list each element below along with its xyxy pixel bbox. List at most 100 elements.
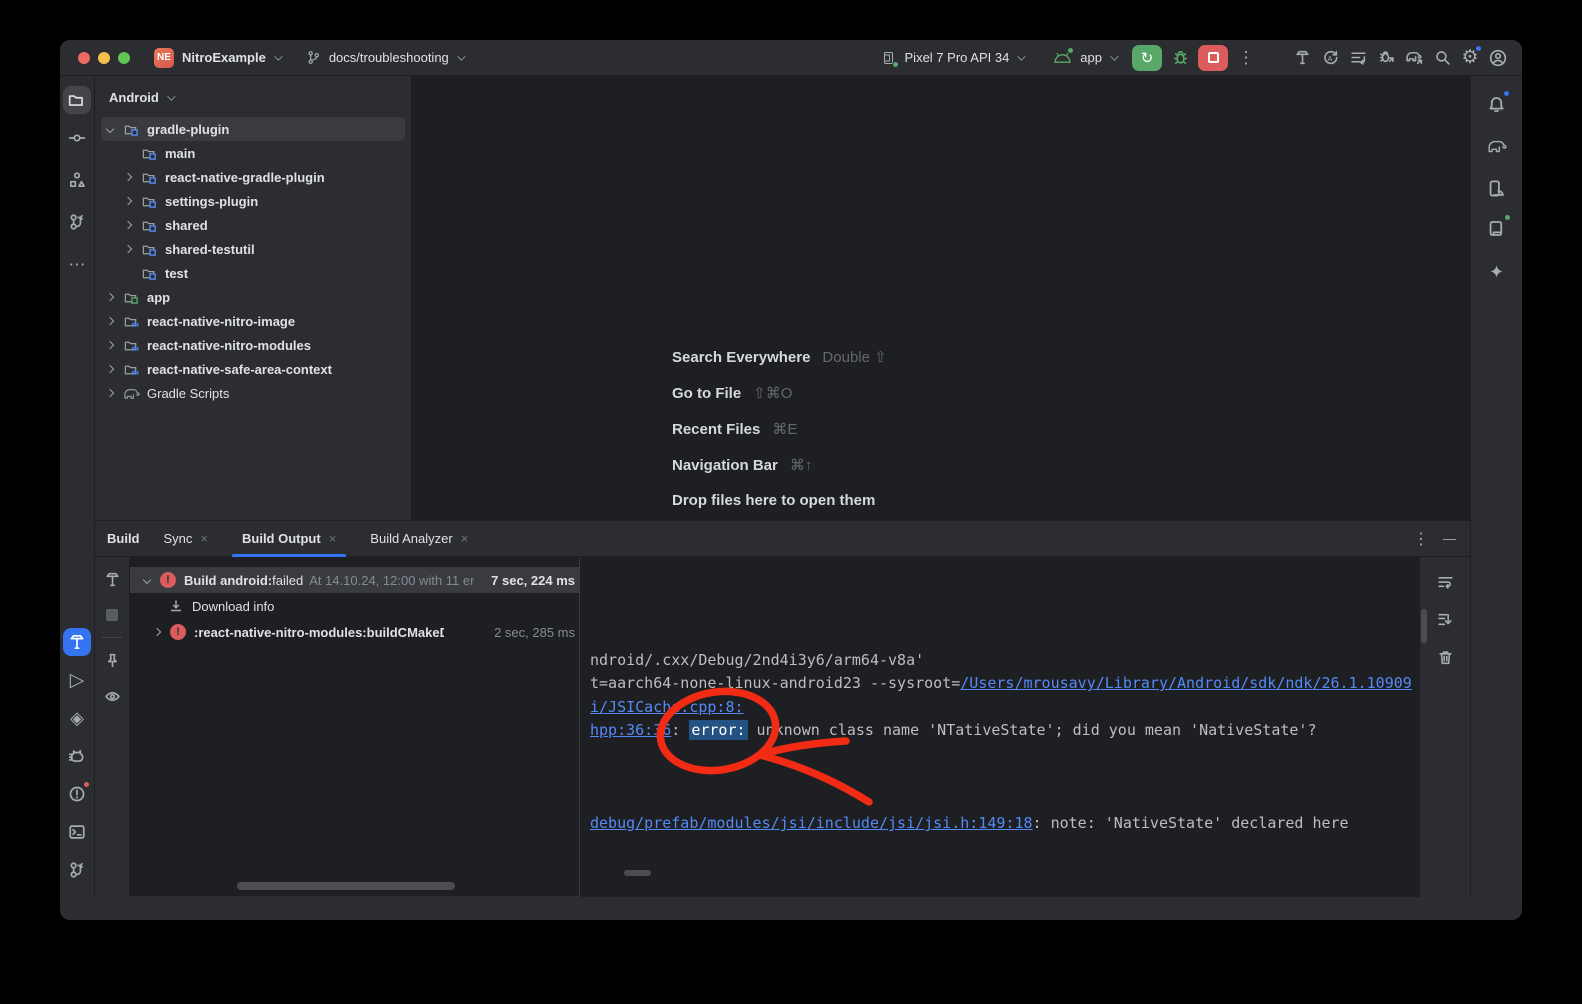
console-file-link[interactable]: i/JSICache.cpp:8:	[590, 698, 744, 716]
tree-item-label: react-native-safe-area-context	[147, 362, 332, 377]
branch-widget[interactable]: docs/troubleshooting	[306, 50, 463, 65]
chevron-right-icon[interactable]	[124, 221, 132, 229]
gradle-sync-button[interactable]	[1400, 44, 1428, 72]
titlebar: NE NitroExample docs/troubleshooting Pix…	[60, 40, 1522, 76]
tree-item-main[interactable]: main	[95, 141, 411, 165]
chevron-right-icon[interactable]	[106, 317, 114, 325]
rerun-button[interactable]: ↻	[1132, 45, 1162, 71]
download-info-row[interactable]: Download info	[130, 593, 579, 619]
console-horizontal-scrollbar[interactable]	[624, 870, 651, 876]
app-quality-insights-button[interactable]: ◈	[63, 704, 91, 732]
chevron-down-icon[interactable]	[143, 576, 151, 584]
settings-button[interactable]: ⚙	[1456, 44, 1484, 72]
tree-item-gradle-scripts[interactable]: Gradle Scripts	[95, 381, 411, 405]
hammer-icon	[68, 633, 86, 651]
avatar-icon	[1489, 49, 1507, 67]
chevron-right-icon[interactable]	[106, 365, 114, 373]
apply-code-changes-button[interactable]	[1372, 44, 1400, 72]
run-config-selector[interactable]: app	[1053, 50, 1116, 65]
search-everywhere-button[interactable]	[1428, 44, 1456, 72]
tree-item-shared[interactable]: shared	[95, 213, 411, 237]
close-icon[interactable]: ×	[329, 531, 337, 546]
chevron-down-icon	[167, 92, 175, 100]
scroll-to-end-button[interactable]	[1431, 605, 1459, 633]
vertical-scrollbar[interactable]	[1421, 609, 1427, 643]
logcat-tool-button[interactable]	[63, 742, 91, 770]
device-selector[interactable]: Pixel 7 Pro API 34	[881, 50, 1024, 66]
structure-tool-button[interactable]	[63, 166, 91, 194]
tree-item-react-native-gradle-plugin[interactable]: react-native-gradle-plugin	[95, 165, 411, 189]
chevron-right-icon[interactable]	[124, 173, 132, 181]
build-panel-header: Build Sync × Build Output × Build Analyz…	[95, 521, 1470, 557]
chevron-right-icon[interactable]	[106, 293, 114, 301]
tree-item-settings-plugin[interactable]: settings-plugin	[95, 189, 411, 213]
running-devices-button[interactable]	[1483, 214, 1511, 242]
device-manager-button[interactable]	[1483, 174, 1511, 202]
run-tool-button[interactable]: ▷	[63, 666, 91, 694]
build-result-row[interactable]: Build android: failed At 14.10.24, 12:00…	[130, 567, 579, 593]
build-project-button[interactable]	[1288, 44, 1316, 72]
module-folder-icon	[141, 218, 158, 233]
project-tool-button[interactable]	[63, 86, 91, 114]
zoom-window-button[interactable]	[118, 52, 130, 64]
library-folder-icon	[123, 338, 140, 353]
build-variants-button[interactable]	[1344, 44, 1372, 72]
console-file-link[interactable]: /Users/mrousavy/Library/Android/sdk/ndk/…	[960, 674, 1412, 692]
close-icon[interactable]: ×	[200, 531, 208, 546]
commit-tool-button[interactable]	[63, 124, 91, 152]
tab-sync[interactable]: Sync ×	[154, 521, 219, 557]
clear-console-button[interactable]	[1431, 643, 1459, 671]
notifications-button[interactable]	[1483, 90, 1511, 118]
more-tools-button[interactable]: ⋯	[63, 250, 91, 278]
build-toolbar	[95, 557, 130, 897]
more-run-actions-button[interactable]: ⋮	[1232, 44, 1260, 72]
tree-item-react-native-nitro-image[interactable]: react-native-nitro-image	[95, 309, 411, 333]
chevron-right-icon[interactable]	[106, 389, 114, 397]
project-view-selector[interactable]: Android	[95, 76, 411, 105]
chevron-right-icon[interactable]	[106, 341, 114, 349]
vcs-tool-button[interactable]	[63, 208, 91, 236]
soft-wrap-button[interactable]	[1431, 567, 1459, 595]
tree-item-gradle-plugin[interactable]: gradle-plugin	[101, 117, 405, 141]
tab-build-analyzer[interactable]: Build Analyzer ×	[360, 521, 478, 557]
version-control-tool-button[interactable]	[63, 856, 91, 884]
restart-build-button[interactable]	[98, 565, 126, 593]
chevron-right-icon[interactable]	[124, 197, 132, 205]
tree-item-app[interactable]: app	[95, 285, 411, 309]
hide-panel-button[interactable]: —	[1443, 531, 1456, 546]
failed-task-row[interactable]: :react-native-nitro-modules:buildCMakeDe…	[130, 619, 579, 645]
horizontal-scrollbar[interactable]	[237, 882, 455, 890]
debug-button[interactable]	[1166, 44, 1194, 72]
problems-tool-button[interactable]	[63, 780, 91, 808]
terminal-tool-button[interactable]	[63, 818, 91, 846]
tree-item-react-native-nitro-modules[interactable]: react-native-nitro-modules	[95, 333, 411, 357]
scroll-to-end-icon	[1437, 611, 1454, 628]
pin-tab-button[interactable]	[98, 646, 126, 674]
tree-item-shared-testutil[interactable]: shared-testutil	[95, 237, 411, 261]
stop-build-button[interactable]	[98, 601, 126, 629]
project-name[interactable]: NitroExample	[182, 50, 266, 65]
eye-icon	[104, 688, 121, 705]
tree-item-test[interactable]: test	[95, 261, 411, 285]
gemini-button[interactable]: ✦	[1483, 258, 1511, 286]
chevron-right-icon[interactable]	[124, 245, 132, 253]
console-file-link[interactable]: debug/prefab/modules/jsi/include/jsi/jsi…	[590, 814, 1033, 832]
panel-options-button[interactable]: ⋮	[1413, 529, 1429, 549]
minimize-window-button[interactable]	[98, 52, 110, 64]
build-result-meta: At 14.10.24, 12:00 with 11 er	[309, 573, 474, 588]
stop-button[interactable]	[1198, 45, 1228, 71]
tab-build-output[interactable]: Build Output ×	[232, 521, 346, 557]
build-tool-button[interactable]	[63, 628, 91, 656]
chevron-right-icon[interactable]	[153, 628, 161, 636]
chevron-down-icon[interactable]	[106, 125, 114, 133]
gradle-tool-button[interactable]	[1483, 132, 1511, 160]
console-file-link[interactable]: hpp:36:36	[590, 721, 671, 739]
close-icon[interactable]: ×	[461, 531, 469, 546]
apply-changes-button[interactable]	[1316, 44, 1344, 72]
search-icon	[1434, 49, 1451, 66]
close-window-button[interactable]	[78, 52, 90, 64]
account-button[interactable]	[1484, 44, 1512, 72]
tree-item-react-native-safe-area-context[interactable]: react-native-safe-area-context	[95, 357, 411, 381]
console-line: t=aarch64-none-linux-android23 --sysroot…	[590, 674, 960, 692]
filters-button[interactable]	[98, 682, 126, 710]
